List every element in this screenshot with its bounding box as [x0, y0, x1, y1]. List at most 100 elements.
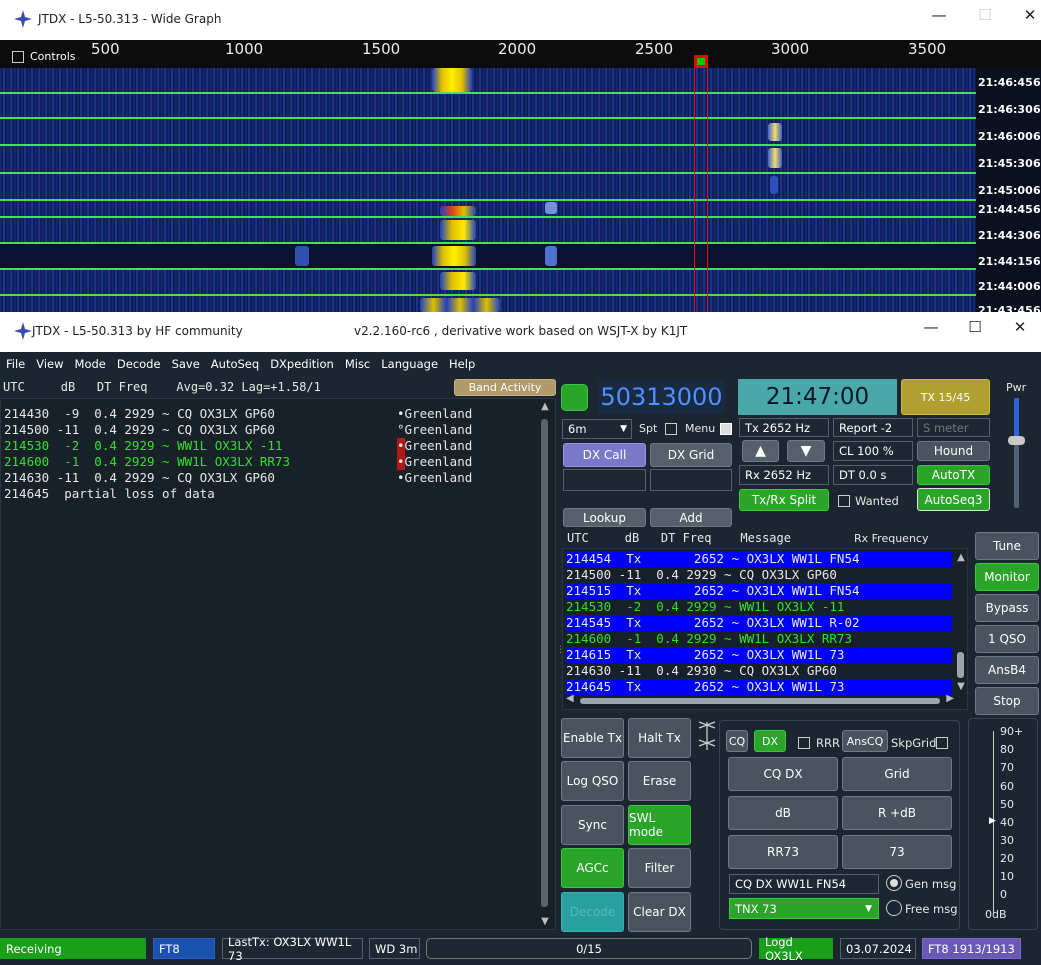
menu-save[interactable]: Save [166, 352, 205, 371]
cl-field[interactable]: CL 100 % [833, 441, 913, 461]
autoseq3-button[interactable]: AutoSeq3 [917, 488, 990, 511]
rx-vscroll[interactable]: ▲ ▼ [955, 552, 967, 692]
dx-grid-input[interactable] [650, 469, 732, 491]
menu-decode[interactable]: Decode [111, 352, 166, 371]
band-activity-row[interactable]: 214430 -9 0.4 2929 ~ CQ OX3LX GP60 •Green… [4, 406, 472, 422]
maximize-icon[interactable]: ☐ [962, 318, 988, 336]
halt-tx-button[interactable]: Halt Tx [628, 718, 691, 758]
controls-checkbox[interactable] [12, 49, 24, 63]
tx-period-button[interactable]: TX 15/45 [901, 379, 990, 415]
rx-row[interactable]: 214515 Tx 2652 ~ OX3LX WW1L FN54 [566, 583, 952, 599]
73-button[interactable]: 73 [842, 835, 952, 869]
rx-row[interactable]: 214600 -1 0.4 2929 ~ WW1L OX3LX RR73 [566, 631, 952, 647]
report-field[interactable]: Report -2 [833, 418, 913, 437]
band-activity-row[interactable]: 214600 -1 0.4 2929 ~ WW1L OX3LX RR73 •Gre… [4, 454, 473, 470]
swl-mode-button[interactable]: SWL mode [628, 805, 691, 845]
minimize-icon[interactable]: — [918, 318, 944, 336]
close-icon[interactable]: ✕ [1017, 6, 1041, 24]
rx-row[interactable]: 214454 Tx 2652 ~ OX3LX WW1L FN54 [566, 551, 952, 567]
autotx-button[interactable]: AutoTX [917, 465, 990, 485]
controls-label: Controls [30, 50, 76, 63]
menu-file[interactable]: File [0, 352, 30, 371]
band-activity-row[interactable]: 214530 -2 0.4 2929 ~ WW1L OX3LX -11 •Gree… [4, 438, 473, 454]
rx-row[interactable]: 214630 -11 0.4 2930 ~ CQ OX3LX GP60 [566, 663, 952, 679]
clear-dx-button[interactable]: Clear DX [628, 892, 691, 932]
r-db-button[interactable]: R +dB [842, 796, 952, 830]
one-qso-button[interactable]: 1 QSO [975, 625, 1039, 653]
band-activity-list[interactable]: 214430 -9 0.4 2929 ~ CQ OX3LX GP60 •Green… [0, 398, 556, 930]
band-activity-row[interactable]: 214500 -11 0.4 2929 ~ CQ OX3LX GP60 °Gree… [4, 422, 472, 438]
db-button[interactable]: dB [728, 796, 838, 830]
dt-field[interactable]: DT 0.0 s [833, 465, 913, 485]
menu-mode[interactable]: Mode [69, 352, 111, 371]
dx-grid-button[interactable]: DX Grid [650, 443, 732, 467]
dx-button[interactable]: DX [754, 730, 786, 752]
wanted-checkbox[interactable] [838, 493, 850, 507]
free-msg-radio[interactable] [886, 900, 902, 916]
gen-msg-radio[interactable] [886, 875, 902, 891]
filter-button[interactable]: Filter [628, 848, 691, 888]
band-activity-row[interactable]: 214630 -11 0.4 2929 ~ CQ OX3LX GP60 •Gree… [4, 470, 472, 486]
menu-language[interactable]: Language [375, 352, 443, 371]
spot-checkbox[interactable] [665, 421, 677, 435]
decode-button[interactable]: Decode [561, 892, 624, 932]
stop-button[interactable]: Stop [975, 687, 1039, 715]
s-meter-field[interactable]: S meter [917, 418, 990, 437]
free-msg-value: TNX 73 [735, 901, 777, 916]
band-activity-button[interactable]: Band Activity [454, 379, 556, 396]
rx-row[interactable]: 214545 Tx 2652 ~ OX3LX WW1L R-02 [566, 615, 952, 631]
dial-frequency[interactable]: 50313000 [598, 380, 725, 414]
rx-frequency-field[interactable]: Rx 2652 Hz [739, 465, 829, 485]
hound-button[interactable]: Hound [917, 441, 990, 461]
free-msg-select[interactable]: TNX 73 ▼ [729, 898, 879, 919]
rr73-button[interactable]: RR73 [728, 835, 838, 869]
band-scrollbar[interactable]: ▲ ▼ [539, 401, 551, 927]
decode-text: 214430 -9 0.4 2929 ~ CQ OX3LX GP60 [4, 406, 275, 421]
tune-button[interactable]: Tune [975, 532, 1039, 560]
cq-button[interactable]: CQ [726, 730, 748, 752]
down-arrow-icon[interactable]: ▼ [787, 440, 825, 462]
rx-frequency-list[interactable]: 214454 Tx 2652 ~ OX3LX WW1L FN54 214500 -… [562, 548, 968, 710]
rx-row[interactable]: 214530 -2 0.4 2929 ~ WW1L OX3LX -11 [566, 599, 952, 615]
menu-help[interactable]: Help [443, 352, 480, 371]
ansb4-button[interactable]: AnsB4 [975, 656, 1039, 684]
dx-call-input[interactable] [563, 469, 646, 491]
rx-row[interactable]: 214615 Tx 2652 ~ OX3LX WW1L 73 [566, 647, 952, 663]
anscq-button[interactable]: AnsCQ [842, 730, 888, 752]
menu-view[interactable]: View [30, 352, 68, 371]
rx-row[interactable]: 214500 -11 0.4 2929 ~ CQ OX3LX GP60 [566, 567, 952, 583]
menu-dxpedition[interactable]: DXpedition [264, 352, 339, 371]
tx-frequency-field[interactable]: Tx 2652 Hz [739, 418, 829, 437]
monitor-button[interactable]: Monitor [975, 563, 1039, 591]
bypass-button[interactable]: Bypass [975, 594, 1039, 622]
dx-call-button[interactable]: DX Call [563, 443, 646, 467]
band-activity-row[interactable]: 214645 partial loss of data [4, 486, 290, 502]
erase-button[interactable]: Erase [628, 761, 691, 801]
waterfall[interactable]: Controls 500 1000 1500 2000 2500 3000 35… [0, 40, 1041, 312]
sync-button[interactable]: Sync [561, 805, 624, 845]
power-slider[interactable] [1008, 398, 1025, 508]
log-qso-button[interactable]: Log QSO [561, 761, 624, 801]
band-select[interactable]: 6m ▼ [562, 419, 632, 439]
close-icon[interactable]: ✕ [1007, 318, 1033, 336]
skpgrid-checkbox[interactable] [936, 735, 948, 749]
up-arrow-icon[interactable]: ▲ [742, 440, 779, 462]
lookup-button[interactable]: Lookup [563, 508, 646, 527]
enable-tx-button[interactable]: Enable Tx [561, 718, 624, 758]
menu-autoseq[interactable]: AutoSeq [205, 352, 264, 371]
rx-row[interactable]: 214645 Tx 2652 ~ OX3LX WW1L 73 [566, 679, 952, 695]
gen-msg-field[interactable]: CQ DX WW1L FN54 [729, 874, 879, 894]
maximize-icon[interactable]: ☐ [972, 6, 998, 24]
grid-button[interactable]: Grid [842, 757, 952, 791]
agcc-button[interactable]: AGCc [561, 848, 624, 888]
minimize-icon[interactable]: — [926, 6, 952, 24]
rrr-checkbox[interactable] [798, 735, 810, 749]
menu-misc[interactable]: Misc [339, 352, 375, 371]
add-button[interactable]: Add [650, 508, 732, 527]
power-slider-handle[interactable] [1008, 436, 1025, 445]
rx-hscroll[interactable]: ◀ ▶ [566, 693, 954, 707]
tx-marker[interactable] [694, 55, 708, 68]
tx-rx-split-button[interactable]: Tx/Rx Split [739, 489, 829, 511]
menu-checkbox[interactable] [720, 421, 732, 435]
cq-dx-button[interactable]: CQ DX [728, 757, 838, 791]
